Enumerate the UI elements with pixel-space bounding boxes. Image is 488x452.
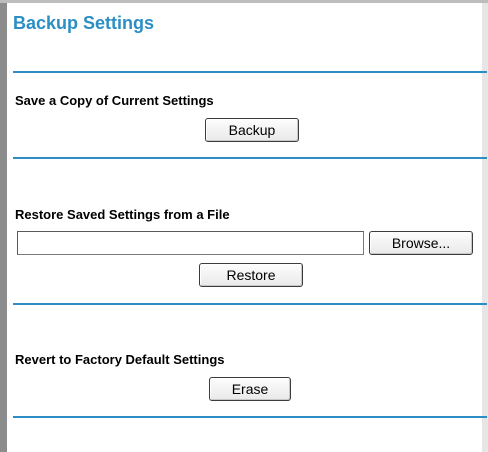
restore-section-label: Restore Saved Settings from a File xyxy=(15,207,230,222)
divider xyxy=(13,157,487,159)
divider xyxy=(13,71,487,73)
revert-section-label: Revert to Factory Default Settings xyxy=(15,352,225,367)
window-border-right xyxy=(482,0,488,452)
backup-section-label: Save a Copy of Current Settings xyxy=(15,93,214,108)
page-title: Backup Settings xyxy=(13,13,155,33)
backup-settings-panel: Backup Settings Save a Copy of Current S… xyxy=(0,0,488,452)
restore-button[interactable]: Restore xyxy=(199,263,303,287)
restore-file-path-input[interactable] xyxy=(17,231,364,255)
divider xyxy=(13,303,487,305)
divider xyxy=(13,416,487,418)
window-border-left xyxy=(0,0,7,452)
browse-button[interactable]: Browse... xyxy=(369,231,473,255)
window-border-top xyxy=(0,0,488,3)
backup-button[interactable]: Backup xyxy=(205,118,299,142)
erase-button[interactable]: Erase xyxy=(209,377,291,401)
